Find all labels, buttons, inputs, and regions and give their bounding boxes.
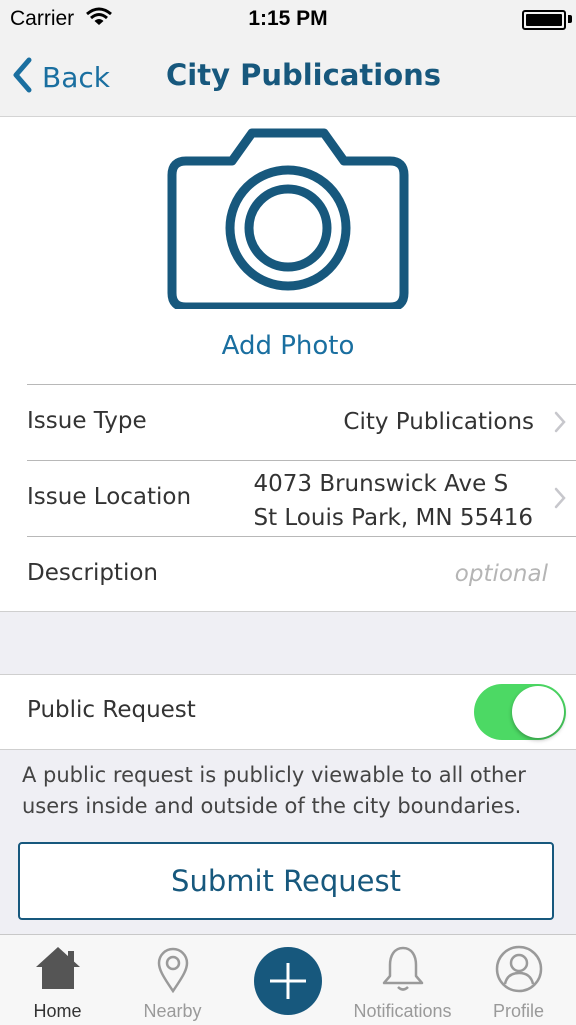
back-button[interactable]: Back: [12, 54, 110, 100]
status-time: 1:15 PM: [248, 7, 328, 30]
issue-type-value: City Publications: [343, 409, 534, 435]
tab-home-label: Home: [33, 1001, 82, 1021]
page-title: City Publications: [166, 58, 442, 92]
tab-notifications-label: Notifications: [353, 1001, 452, 1021]
tab-notifications[interactable]: Notifications: [345, 935, 460, 1025]
issue-form: Add Photo Issue Type City Publications I…: [0, 117, 576, 612]
bell-icon: [381, 945, 425, 997]
location-pin-icon: [156, 947, 190, 997]
tab-profile[interactable]: Profile: [461, 935, 576, 1025]
issue-location-value: 4073 Brunswick Ave S St Louis Park, MN 5…: [253, 467, 533, 535]
chevron-right-icon: [554, 411, 566, 437]
tab-nearby-label: Nearby: [143, 1001, 202, 1021]
tab-profile-label: Profile: [492, 1001, 545, 1021]
address-line-2: St Louis Park, MN 55416: [253, 505, 533, 531]
battery-tip: [568, 15, 572, 23]
camera-icon[interactable]: [166, 127, 410, 313]
chevron-right-icon: [554, 487, 566, 513]
new-request-button[interactable]: [254, 947, 322, 1015]
issue-location-label: Issue Location: [27, 484, 192, 510]
public-request-row: Public Request: [0, 674, 576, 750]
profile-icon: [495, 945, 543, 997]
back-label: Back: [42, 60, 110, 94]
home-icon: [34, 945, 82, 995]
issue-type-label: Issue Type: [27, 408, 147, 434]
public-request-toggle[interactable]: [474, 684, 566, 740]
public-request-note: A public request is publicly viewable to…: [22, 763, 526, 818]
tab-bar: Home Nearby Notifications Profile: [0, 934, 576, 1025]
tab-nearby[interactable]: Nearby: [115, 935, 230, 1025]
issue-location-row[interactable]: Issue Location 4073 Brunswick Ave S St L…: [27, 460, 576, 537]
status-bar: Carrier 1:15 PM: [0, 0, 576, 40]
navigation-bar: Back City Publications: [0, 40, 576, 117]
description-input[interactable]: optional: [455, 561, 548, 587]
address-line-1: 4073 Brunswick Ave S: [253, 471, 509, 497]
submit-request-button[interactable]: Submit Request: [18, 842, 554, 920]
issue-type-row[interactable]: Issue Type City Publications: [27, 384, 576, 461]
toggle-knob: [512, 686, 564, 738]
description-row[interactable]: Description optional: [27, 536, 576, 612]
battery-icon: [522, 10, 566, 30]
chevron-left-icon: [12, 57, 32, 97]
description-label: Description: [27, 560, 158, 586]
add-photo-button[interactable]: Add Photo: [0, 331, 576, 361]
public-request-label: Public Request: [27, 697, 196, 723]
tab-home[interactable]: Home: [0, 935, 115, 1025]
plus-icon: [268, 961, 308, 1005]
